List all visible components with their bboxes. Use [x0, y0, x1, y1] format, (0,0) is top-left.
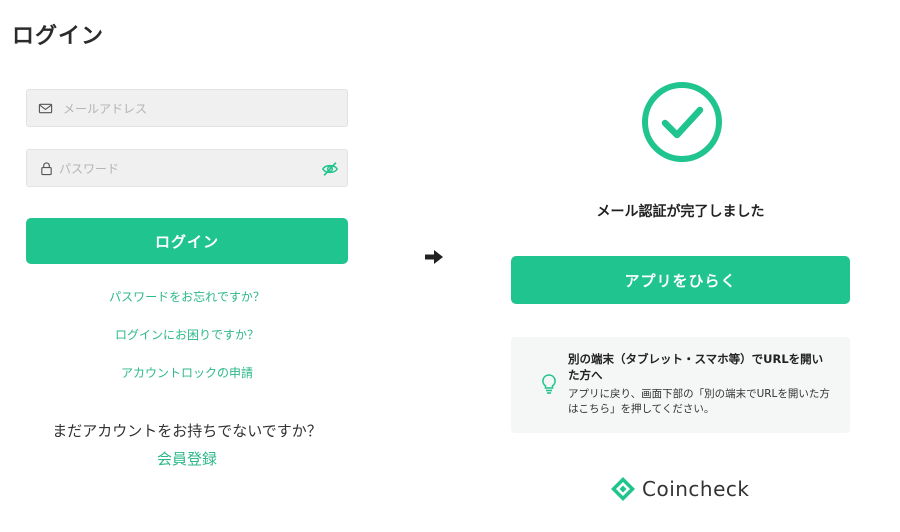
- right-arrow-icon: [425, 250, 443, 264]
- verification-message: メール認証が完了しました: [596, 204, 765, 220]
- coincheck-logo-icon: [611, 477, 635, 501]
- account-lock-link[interactable]: アカウントロックの申請: [26, 364, 348, 381]
- mail-icon: [38, 103, 53, 114]
- open-app-button[interactable]: アプリをひらく: [511, 256, 850, 304]
- page-title: ログイン: [12, 24, 105, 49]
- lock-icon: [41, 162, 52, 176]
- email-field[interactable]: [26, 89, 348, 128]
- password-input[interactable]: [57, 150, 311, 188]
- forgot-password-link[interactable]: パスワードをお忘れですか？: [26, 288, 348, 305]
- lightbulb-icon: [542, 374, 556, 394]
- check-circle-icon: [642, 82, 722, 162]
- password-field[interactable]: [26, 149, 348, 188]
- login-button[interactable]: ログイン: [26, 218, 348, 264]
- info-body: アプリに戻り、画面下部の「別の端末でURLを開いた方はこちら」を押してください。: [568, 388, 830, 415]
- eye-off-icon[interactable]: [321, 160, 339, 178]
- email-input[interactable]: [61, 90, 315, 128]
- no-account-text: まだアカウントをお持ちでないですか？: [52, 422, 322, 440]
- info-title: 別の端末（タブレット・スマホ等）でURLを開いた方へ: [568, 352, 824, 382]
- brand-name: Coincheck: [642, 477, 750, 501]
- register-link[interactable]: 会員登録: [26, 448, 348, 469]
- login-help-link[interactable]: ログインにお困りですか？: [26, 326, 348, 343]
